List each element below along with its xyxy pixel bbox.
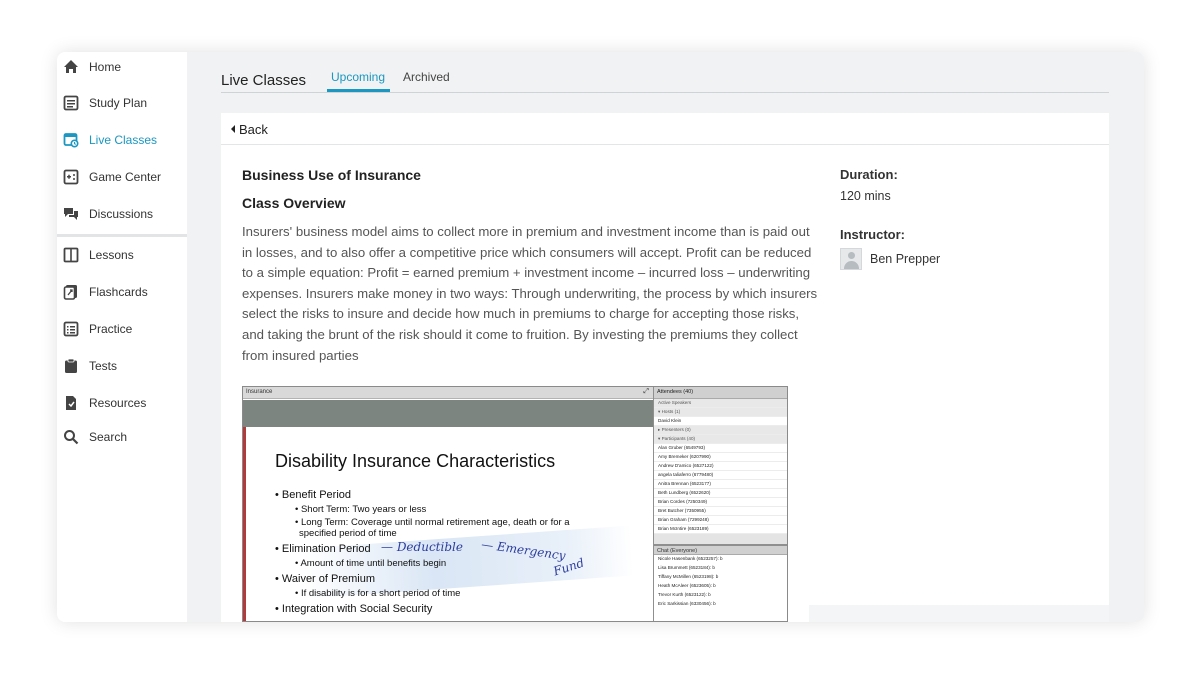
attendee-row: Beth Lundberg (6522620) xyxy=(654,489,787,498)
flashcards-icon xyxy=(63,284,79,300)
back-bar: Back xyxy=(221,113,1109,145)
slide-line: • Amount of time until benefits begin xyxy=(295,558,447,569)
main-content: Live Classes Upcoming Archived Back Busi… xyxy=(221,52,1109,622)
sidebar-item-label: Discussions xyxy=(89,207,154,221)
attendee-row: Alan Gruber (6549793) xyxy=(654,444,787,453)
recording-window-title: Insurance ⤢ xyxy=(243,387,653,399)
card-footer-gray xyxy=(809,605,1109,622)
page-title: Live Classes xyxy=(221,72,307,89)
back-button-label: Back xyxy=(239,122,268,137)
chat-row: Nicole Hasenbank (6523257): b xyxy=(654,555,787,564)
sidebar-item-search[interactable]: Search xyxy=(57,422,187,452)
sidebar-item-label: Game Center xyxy=(89,170,162,184)
recording-title-text: Insurance xyxy=(246,389,273,395)
slide-line: • Elimination Period xyxy=(275,543,371,555)
tab-archived[interactable]: Archived xyxy=(403,70,450,84)
sidebar-item-label: Flashcards xyxy=(89,285,148,299)
attendee-row: Brian Cordes (7250349) xyxy=(654,498,787,507)
sidebar-item-label: Tests xyxy=(89,359,118,373)
resources-icon xyxy=(63,395,79,411)
tab-upcoming[interactable]: Upcoming xyxy=(331,70,385,84)
slide-line: • Long Term: Coverage until normal retir… xyxy=(295,517,570,528)
slide-line: • Short Term: Two years or less xyxy=(295,504,427,515)
tabs-divider xyxy=(221,92,1109,93)
discussions-icon xyxy=(63,206,79,222)
slide-line: • Benefit Period xyxy=(275,489,352,501)
attendee-row: Bret Butcher (7350955) xyxy=(654,507,787,516)
slide-title: Disability Insurance Characteristics xyxy=(275,451,556,471)
slide-accent-line xyxy=(243,427,246,621)
sidebar-item-home[interactable]: Home xyxy=(57,52,187,82)
home-icon xyxy=(63,59,79,75)
lessons-icon xyxy=(63,247,79,263)
slide-line: specified period of time xyxy=(299,528,397,539)
attendee-row: Brian McIntire (6523189) xyxy=(654,525,787,534)
avatar xyxy=(840,248,862,270)
attendee-row: Brian Graham (7299248) xyxy=(654,516,787,525)
handwritten-note: — Deductible xyxy=(381,540,463,554)
sidebar-item-flashcards[interactable]: Flashcards xyxy=(57,277,187,307)
attendees-header: Attendees (40) xyxy=(654,387,787,399)
sidebar-item-discussions[interactable]: Discussions xyxy=(57,199,187,229)
sidebar-item-label: Practice xyxy=(89,322,133,336)
practice-icon xyxy=(63,321,79,337)
chat-row: Trevor Kurth (6523122): b xyxy=(654,591,787,600)
chat-row: Lisa Brummett (6523184): b xyxy=(654,564,787,573)
attendees-panel: Attendees (40) Active Speakers ▾ Hosts (… xyxy=(653,387,787,621)
sidebar: Home Study Plan Live Classes Game Center… xyxy=(57,52,187,622)
attendee-row: Amy Bremeker (6207990) xyxy=(654,453,787,462)
attendee-section: Active Speakers xyxy=(654,399,787,408)
sidebar-item-lessons[interactable]: Lessons xyxy=(57,240,187,270)
slide-top-bar xyxy=(243,400,653,427)
slide-line: • If disability is for a short period of… xyxy=(295,588,461,599)
slide-line: • Waiver of Premium xyxy=(275,573,376,585)
back-button[interactable]: Back xyxy=(231,122,268,137)
chat-row: Tiffany McMillen (6523198): b xyxy=(654,573,787,582)
duration-value: 120 mins xyxy=(840,189,891,203)
attendee-row: Andrew D'amico (6527122) xyxy=(654,462,787,471)
instructor-label: Instructor: xyxy=(840,227,905,242)
chat-header: Chat (Everyone) xyxy=(654,544,787,555)
sidebar-item-label: Resources xyxy=(89,396,147,410)
recording-preview[interactable]: Insurance ⤢ Disability Insurance Charact… xyxy=(242,386,788,622)
sidebar-item-practice[interactable]: Practice xyxy=(57,314,187,344)
sidebar-divider xyxy=(57,234,187,237)
sidebar-item-label: Study Plan xyxy=(89,96,148,110)
sidebar-item-tests[interactable]: Tests xyxy=(57,351,187,381)
slide-line: • Integration with Social Security xyxy=(275,603,433,615)
search-icon xyxy=(63,429,79,445)
instructor-row: Ben Prepper xyxy=(840,248,1090,270)
sidebar-item-label: Search xyxy=(89,430,128,444)
sidebar-item-label: Home xyxy=(89,60,122,74)
overview-text: Insurers' business model aims to collect… xyxy=(242,224,818,363)
sidebar-item-resources[interactable]: Resources xyxy=(57,388,187,418)
attendee-section[interactable]: ▾ Hosts (1) xyxy=(654,408,787,417)
instructor-name: Ben Prepper xyxy=(870,252,941,266)
live-classes-icon xyxy=(63,132,79,148)
tests-icon xyxy=(63,358,79,374)
sidebar-item-game-center[interactable]: Game Center xyxy=(57,162,187,192)
duration-label: Duration: xyxy=(840,167,898,182)
sidebar-item-label: Live Classes xyxy=(89,133,158,147)
class-detail-card: Back Business Use of Insurance Class Ove… xyxy=(221,113,1109,622)
attendee-row: David Klein xyxy=(654,417,787,426)
class-title: Business Use of Insurance xyxy=(242,167,421,183)
chat-row: Heath McAleer (6523605): b xyxy=(654,582,787,591)
attendee-section[interactable]: ▸ Presenters (0) xyxy=(654,426,787,435)
sidebar-item-label: Lessons xyxy=(89,248,134,262)
overview-heading: Class Overview xyxy=(242,195,346,211)
chat-row: Eric Sarkissian (6330456): b xyxy=(654,600,787,609)
chat-panel: Nicole Hasenbank (6523257): b Lisa Brumm… xyxy=(654,555,787,621)
class-info: Duration: 120 mins Instructor: Ben Prepp… xyxy=(840,167,1090,270)
fullscreen-icon[interactable]: ⤢ xyxy=(643,388,649,396)
caret-left-icon xyxy=(231,125,235,133)
attendee-section[interactable]: ▾ Participants (40) xyxy=(654,435,787,444)
attendee-row: angela taliaferro (6779480) xyxy=(654,471,787,480)
app-frame: Home Study Plan Live Classes Game Center… xyxy=(57,52,1144,622)
study-plan-icon xyxy=(63,95,79,111)
game-center-icon xyxy=(63,169,79,185)
sidebar-item-study-plan[interactable]: Study Plan xyxy=(57,88,187,118)
attendee-row: Anitra Brennan (6523177) xyxy=(654,480,787,489)
sidebar-item-live-classes[interactable]: Live Classes xyxy=(57,125,187,155)
